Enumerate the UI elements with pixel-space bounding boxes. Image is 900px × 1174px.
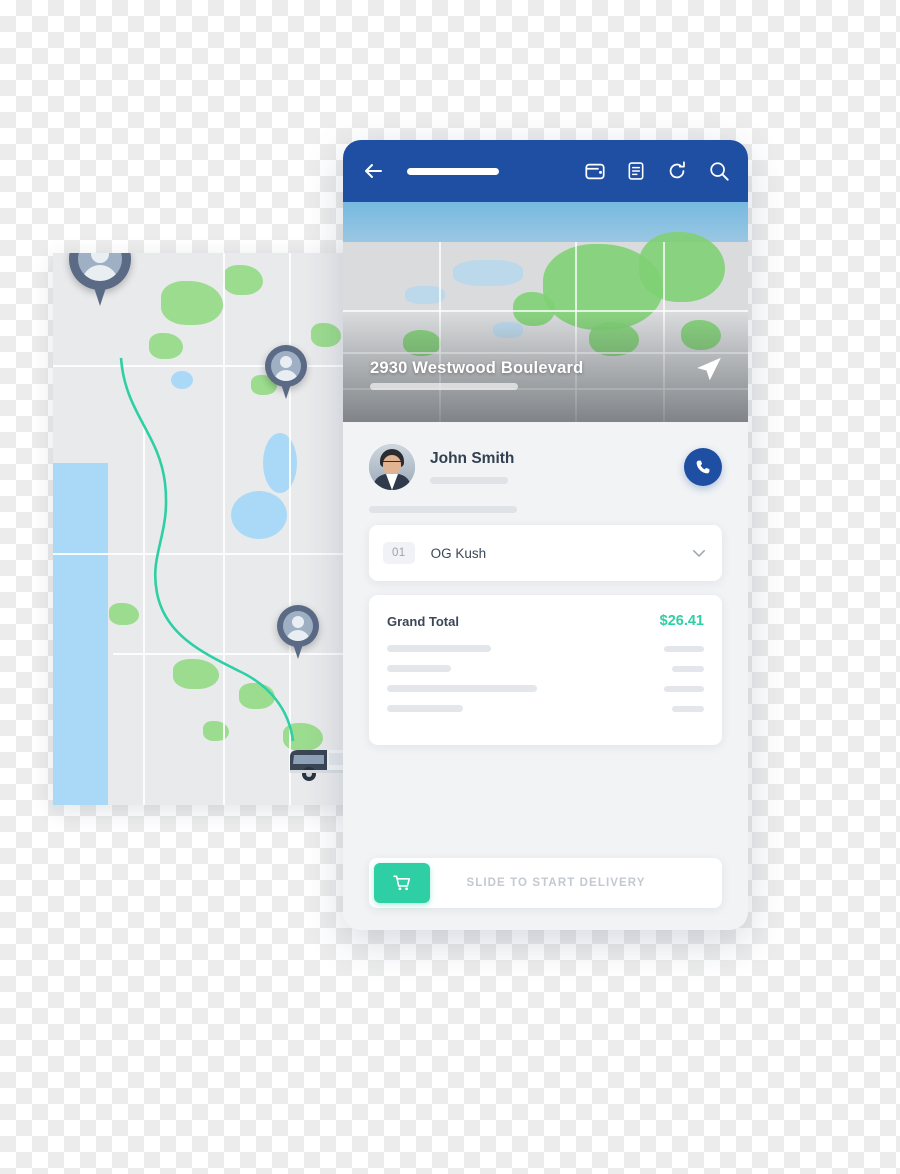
map-pin-pickup[interactable] — [69, 253, 131, 310]
driver-row: John Smith — [369, 422, 722, 494]
item-quantity: 01 — [383, 542, 415, 564]
map-pin-destination[interactable] — [277, 605, 319, 661]
totals-row — [387, 665, 704, 672]
item-name: OG Kush — [430, 545, 487, 561]
driver-name: John Smith — [430, 450, 515, 467]
slide-label: SLIDE TO START DELIVERY — [466, 877, 646, 889]
slide-knob[interactable] — [374, 863, 430, 903]
totals-row — [387, 645, 704, 652]
chevron-down-icon[interactable] — [690, 544, 708, 562]
map-pin-waypoint[interactable] — [265, 345, 307, 401]
totals-placeholder-rows — [387, 645, 704, 712]
arrow-left-icon[interactable] — [361, 159, 385, 183]
totals-row — [387, 705, 704, 712]
app-top-bar — [343, 140, 748, 202]
map-card[interactable] — [53, 253, 350, 805]
slide-to-start-delivery[interactable]: SLIDE TO START DELIVERY — [369, 858, 722, 908]
call-driver-button[interactable] — [684, 448, 722, 486]
order-item-row[interactable]: 01 OG Kush — [369, 525, 722, 581]
delivery-app-phone: 2930 Westwood Boulevard John Smith 01 OG… — [343, 140, 748, 930]
refresh-icon[interactable] — [666, 160, 688, 182]
phone-icon — [696, 460, 710, 474]
search-icon[interactable] — [708, 160, 730, 182]
delivery-van-icon — [290, 750, 350, 781]
send-icon[interactable] — [694, 354, 724, 384]
wallet-icon[interactable] — [584, 160, 606, 182]
driver-subtitle-placeholder — [430, 477, 508, 484]
document-icon[interactable] — [626, 160, 646, 182]
address-placeholder-bar — [370, 383, 518, 390]
title-placeholder — [407, 167, 499, 175]
delivery-address: 2930 Westwood Boulevard — [370, 359, 584, 377]
top-bar-icons — [584, 160, 730, 182]
map-hero[interactable]: 2930 Westwood Boulevard — [343, 202, 748, 422]
totals-row — [387, 685, 704, 692]
grand-total-label: Grand Total — [387, 613, 459, 629]
driver-avatar — [369, 444, 415, 490]
grand-total-value: $26.41 — [659, 613, 704, 629]
order-details: John Smith 01 OG Kush Grand Total $26.41 — [343, 422, 748, 745]
cart-icon — [393, 875, 411, 891]
route-line — [119, 357, 295, 742]
driver-meta-placeholder — [369, 506, 517, 513]
totals-card: Grand Total $26.41 — [369, 595, 722, 745]
